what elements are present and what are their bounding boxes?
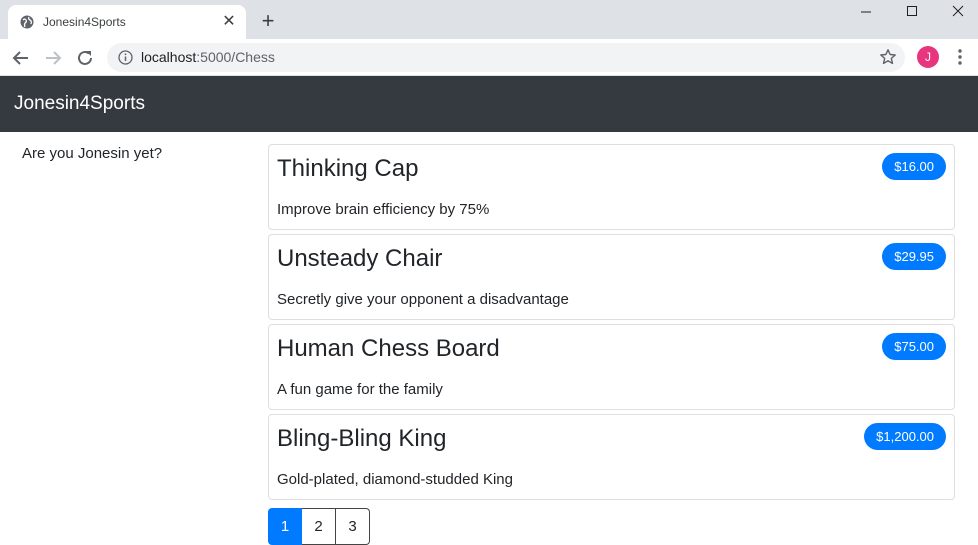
url-text: localhost:5000/Chess	[141, 49, 275, 66]
product-description: A fun game for the family	[277, 381, 443, 398]
bookmark-star-icon[interactable]	[879, 48, 897, 66]
product-name: Unsteady Chair	[277, 245, 443, 272]
price-badge: $1,200.00	[864, 423, 946, 450]
window-close-icon[interactable]	[935, 0, 978, 26]
product-description: Improve brain efficiency by 75%	[277, 201, 490, 218]
product-description: Gold-plated, diamond-studded King	[277, 471, 513, 488]
brand-link[interactable]: Jonesin4Sports	[14, 93, 145, 115]
browser-tabstrip: Jonesin4Sports ✕ +	[0, 0, 978, 39]
tab-title: Jonesin4Sports	[43, 15, 126, 29]
close-tab-icon[interactable]: ✕	[220, 13, 238, 31]
product-card: Human Chess Board $75.00 A fun game for …	[268, 324, 955, 410]
globe-icon	[20, 15, 34, 29]
minimize-icon[interactable]	[843, 0, 889, 26]
product-name: Thinking Cap	[277, 155, 419, 182]
profile-avatar[interactable]: J	[917, 46, 939, 68]
price-badge: $16.00	[882, 153, 946, 180]
kebab-menu-icon[interactable]	[952, 47, 968, 67]
sidebar-tagline: Are you Jonesin yet?	[22, 145, 163, 162]
back-arrow-icon[interactable]	[9, 46, 33, 70]
address-bar[interactable]: localhost:5000/Chess	[107, 43, 905, 72]
product-name: Human Chess Board	[277, 335, 500, 362]
info-icon[interactable]	[118, 50, 133, 65]
url-path: :5000/Chess	[196, 49, 275, 65]
product-name: Bling-Bling King	[277, 425, 447, 452]
pagination: 1 2 3	[268, 508, 370, 545]
price-badge: $29.95	[882, 243, 946, 270]
browser-tab[interactable]: Jonesin4Sports ✕	[8, 5, 246, 39]
product-card: Bling-Bling King $1,200.00 Gold-plated, …	[268, 414, 955, 500]
page-button-2[interactable]: 2	[302, 508, 336, 545]
site-navbar: Jonesin4Sports	[0, 76, 978, 132]
product-description: Secretly give your opponent a disadvanta…	[277, 291, 569, 308]
page-button-3[interactable]: 3	[336, 508, 370, 545]
price-badge: $75.00	[882, 333, 946, 360]
url-host: localhost	[141, 49, 197, 65]
page-button-1[interactable]: 1	[268, 508, 302, 545]
browser-toolbar: localhost:5000/Chess J	[0, 39, 978, 76]
maximize-icon[interactable]	[889, 0, 935, 26]
product-card: Unsteady Chair $29.95 Secretly give your…	[268, 234, 955, 320]
forward-arrow-icon[interactable]	[41, 46, 65, 70]
new-tab-icon[interactable]: +	[257, 10, 279, 32]
reload-icon[interactable]	[73, 46, 97, 70]
product-card: Thinking Cap $16.00 Improve brain effici…	[268, 144, 955, 230]
